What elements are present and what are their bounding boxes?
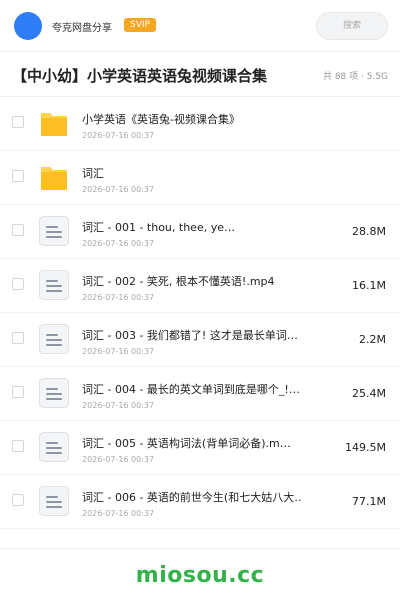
file-icon xyxy=(38,431,70,463)
top-bar: 夸克网盘分享 SVIP 搜索 xyxy=(0,0,400,52)
select-checkbox[interactable] xyxy=(12,116,24,128)
share-title-row: 【中小幼】小学英语英语兔视频课合集 共 88 项 · 5.5G xyxy=(0,52,400,97)
file-row[interactable]: 词汇 - 004 - 最长的英文单词到底是哪个_!… 2026-07-16 00:… xyxy=(0,367,400,421)
item-name[interactable]: 词汇 - 004 - 最长的英文单词到底是哪个_!… xyxy=(82,381,302,397)
item-date: 2026-07-16 00:37 xyxy=(82,293,155,302)
file-row[interactable]: 词汇 - 006 - 英语的前世今生(和七大姑八大… 2026-07-16 00:… xyxy=(0,475,400,529)
select-checkbox[interactable] xyxy=(12,440,24,452)
item-date: 2026-07-16 00:37 xyxy=(82,239,155,248)
item-name[interactable]: 词汇 - 003 - 我们都错了! 这才是最长单词… xyxy=(82,327,302,343)
select-checkbox[interactable] xyxy=(12,170,24,182)
select-checkbox[interactable] xyxy=(12,386,24,398)
folder-row[interactable]: 小学英语《英语兔-视频课合集》 2026-07-16 00:37 xyxy=(0,97,400,151)
share-meta: 共 88 项 · 5.5G xyxy=(322,72,388,82)
file-icon xyxy=(38,377,70,409)
file-icon xyxy=(38,215,70,247)
item-name[interactable]: 词汇 xyxy=(82,165,302,181)
sharer-name[interactable]: 夸克网盘分享 xyxy=(52,19,112,34)
search-label: 搜索 xyxy=(342,21,361,31)
item-name[interactable]: 词汇 - 002 - 笑死, 根本不懂英语!.mp4 xyxy=(82,273,302,289)
item-date: 2026-07-16 00:37 xyxy=(82,347,155,356)
file-icon xyxy=(38,269,70,301)
item-name[interactable]: 词汇 - 006 - 英语的前世今生(和七大姑八大… xyxy=(82,489,302,505)
file-row[interactable]: 词汇 - 003 - 我们都错了! 这才是最长单词… 2026-07-16 00:… xyxy=(0,313,400,367)
item-date: 2026-07-16 00:37 xyxy=(82,455,155,464)
item-size: 25.4M xyxy=(352,387,386,400)
item-size: 16.1M xyxy=(352,279,386,292)
avatar[interactable] xyxy=(14,12,42,40)
select-checkbox[interactable] xyxy=(12,494,24,506)
folder-icon xyxy=(38,161,70,193)
item-name[interactable]: 词汇 - 005 - 英语构词法(背单词必备).m… xyxy=(82,435,302,451)
item-date: 2026-07-16 00:37 xyxy=(82,185,155,194)
item-name[interactable]: 小学英语《英语兔-视频课合集》 xyxy=(82,111,302,127)
item-size: 77.1M xyxy=(352,495,386,508)
file-row[interactable]: 词汇 - 002 - 笑死, 根本不懂英语!.mp4 2026-07-16 00:… xyxy=(0,259,400,313)
item-date: 2026-07-16 00:37 xyxy=(82,401,155,410)
item-date: 2026-07-16 00:37 xyxy=(82,509,155,518)
item-size: 28.8M xyxy=(352,225,386,238)
file-row[interactable]: 词汇 - 001 - thou, thee, ye… 2026-07-16 00:… xyxy=(0,205,400,259)
page-title: 【中小幼】小学英语英语兔视频课合集 xyxy=(12,67,268,85)
select-checkbox[interactable] xyxy=(12,332,24,344)
folder-row[interactable]: 词汇 2026-07-16 00:37 xyxy=(0,151,400,205)
select-checkbox[interactable] xyxy=(12,224,24,236)
item-name[interactable]: 词汇 - 001 - thou, thee, ye… xyxy=(82,219,302,235)
file-icon xyxy=(38,323,70,355)
search-button[interactable]: 搜索 xyxy=(316,12,388,40)
watermark-logo: miosou.cc xyxy=(135,563,265,588)
item-size: 149.5M xyxy=(345,441,386,454)
folder-icon xyxy=(38,107,70,139)
svip-badge: SVIP xyxy=(124,18,156,32)
file-row[interactable]: 词汇 - 005 - 英语构词法(背单词必备).m… 2026-07-16 00:… xyxy=(0,421,400,475)
select-checkbox[interactable] xyxy=(12,278,24,290)
footer: miosou.cc xyxy=(0,548,400,600)
item-date: 2026-07-16 00:37 xyxy=(82,131,155,140)
item-size: 2.2M xyxy=(359,333,386,346)
file-icon xyxy=(38,485,70,517)
file-list: 小学英语《英语兔-视频课合集》 2026-07-16 00:37 词汇 2026-07… xyxy=(0,97,400,529)
